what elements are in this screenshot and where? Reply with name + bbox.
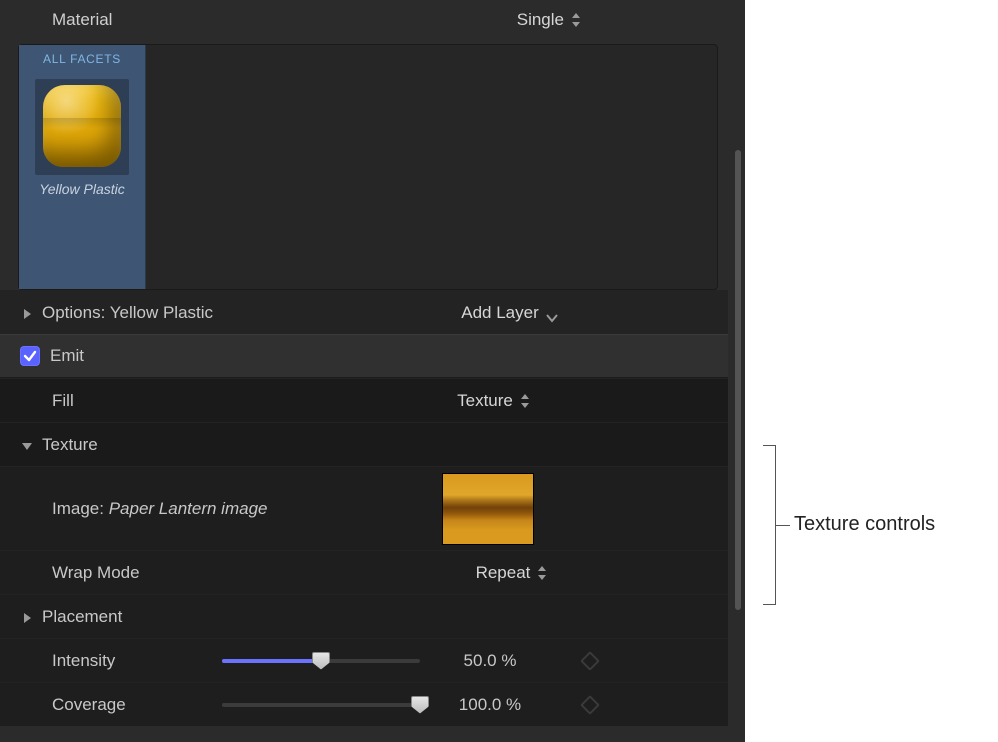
fill-label: Fill xyxy=(20,391,424,411)
add-layer-menu[interactable]: Add Layer xyxy=(461,303,559,323)
add-layer-label: Add Layer xyxy=(461,303,539,323)
emit-row[interactable]: Emit xyxy=(0,334,728,378)
options-label: Options: Yellow Plastic xyxy=(42,303,440,323)
parameter-list: Options: Yellow Plastic Add Layer Emit xyxy=(0,290,728,726)
coverage-slider[interactable] xyxy=(222,703,420,707)
stepper-icon xyxy=(536,564,548,582)
facet-name: Yellow Plastic xyxy=(19,179,145,197)
texture-label: Texture xyxy=(42,435,98,455)
callout-tick-icon xyxy=(776,525,790,526)
slider-thumb-icon[interactable] xyxy=(312,652,330,670)
facet-tab-all[interactable]: ALL FACETS xyxy=(19,45,145,73)
vertical-scrollbar[interactable] xyxy=(735,150,741,610)
callout-bracket-icon xyxy=(750,445,776,605)
facet-tile[interactable]: ALL FACETS Yellow Plastic xyxy=(19,45,146,289)
inspector-panel: Material Single ALL FACETS Yellow Plasti… xyxy=(0,0,745,742)
texture-image-well[interactable] xyxy=(442,473,534,545)
coverage-row: Coverage 100.0 % xyxy=(0,682,728,726)
fill-select[interactable]: Texture xyxy=(457,391,531,411)
material-mode-select[interactable]: Single xyxy=(517,10,582,30)
intensity-keyframe-button[interactable] xyxy=(560,654,620,668)
disclosure-right-icon[interactable] xyxy=(20,306,34,320)
texture-swatch-icon xyxy=(442,473,534,545)
keyframe-icon xyxy=(580,651,600,671)
emit-label: Emit xyxy=(50,346,84,366)
annotation-callout: Texture controls xyxy=(750,445,998,615)
wrap-mode-value: Repeat xyxy=(476,563,531,583)
intensity-value[interactable]: 50.0 % xyxy=(420,651,560,671)
material-mode-value: Single xyxy=(517,10,564,30)
material-preview[interactable] xyxy=(35,79,129,175)
wrap-mode-label: Wrap Mode xyxy=(52,563,442,583)
texture-row: Texture xyxy=(0,422,728,466)
intensity-row: Intensity 50.0 % xyxy=(0,638,728,682)
stepper-icon xyxy=(570,11,582,29)
intensity-label: Intensity xyxy=(52,651,222,671)
facets-strip: ALL FACETS Yellow Plastic xyxy=(18,44,718,290)
coverage-label: Coverage xyxy=(52,695,222,715)
disclosure-right-icon[interactable] xyxy=(20,610,34,624)
preview-swatch-icon xyxy=(43,85,121,167)
coverage-value[interactable]: 100.0 % xyxy=(420,695,560,715)
image-name: Paper Lantern image xyxy=(109,499,268,518)
placement-row: Placement xyxy=(0,594,728,638)
wrap-mode-row: Wrap Mode Repeat xyxy=(0,550,728,594)
material-label: Material xyxy=(52,10,472,30)
intensity-slider[interactable] xyxy=(222,659,420,663)
chevron-down-icon xyxy=(545,308,559,318)
material-header-row: Material Single xyxy=(0,0,728,40)
panel-inner: Material Single ALL FACETS Yellow Plasti… xyxy=(0,0,728,742)
disclosure-down-icon[interactable] xyxy=(20,438,34,452)
stepper-icon xyxy=(519,392,531,410)
fill-value: Texture xyxy=(457,391,513,411)
callout-text: Texture controls xyxy=(794,513,935,536)
texture-image-row: Image: Paper Lantern image xyxy=(0,466,728,550)
emit-checkbox[interactable] xyxy=(20,346,40,366)
keyframe-icon xyxy=(580,695,600,715)
fill-row: Fill Texture xyxy=(0,378,728,422)
image-prefix: Image: xyxy=(52,499,109,518)
wrap-mode-select[interactable]: Repeat xyxy=(476,563,549,583)
coverage-keyframe-button[interactable] xyxy=(560,698,620,712)
placement-label: Placement xyxy=(42,607,122,627)
options-row: Options: Yellow Plastic Add Layer xyxy=(0,290,728,334)
